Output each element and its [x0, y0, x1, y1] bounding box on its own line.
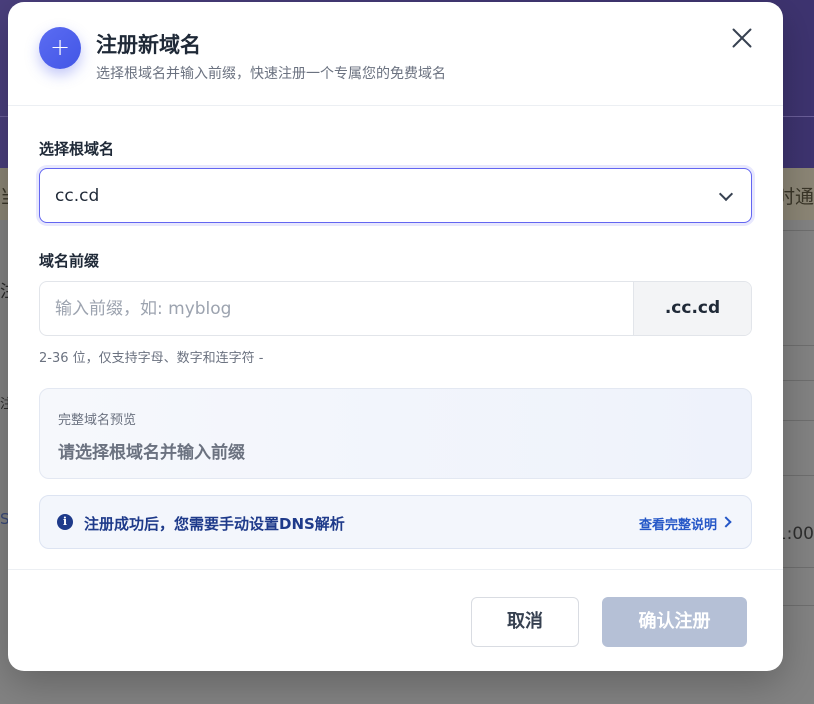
- view-full-guide-link[interactable]: 查看完整说明: [639, 514, 717, 533]
- confirm-register-button[interactable]: 确认注册: [602, 597, 747, 647]
- plus-icon: +: [39, 27, 81, 69]
- background-row-divider: [782, 420, 814, 421]
- modal-footer: 取消 确认注册: [8, 569, 783, 671]
- root-domain-select[interactable]: cc.cd: [39, 168, 752, 223]
- prefix-label: 域名前缀: [39, 252, 100, 270]
- root-domain-label: 选择根域名: [39, 140, 115, 158]
- dns-info-notice: i 注册成功后，您需要手动设置DNS解析 查看完整说明: [39, 495, 752, 549]
- background-row-divider: [782, 475, 814, 476]
- domain-preview-panel: 完整域名预览 请选择根域名并输入前缀: [39, 388, 752, 479]
- domain-suffix: .cc.cd: [633, 282, 751, 335]
- preview-value: 请选择根域名并输入前缀: [58, 443, 245, 463]
- chevron-down-icon: [718, 186, 734, 202]
- background-row-divider: [782, 345, 814, 346]
- background-row-divider: [782, 380, 814, 381]
- background-row-divider: [782, 230, 814, 231]
- preview-label: 完整域名预览: [58, 413, 137, 428]
- prefix-input-group: .cc.cd: [39, 281, 752, 336]
- modal-subtitle: 选择根域名并输入前缀，快速注册一个专属您的免费域名: [96, 66, 446, 82]
- root-domain-selected-value: cc.cd: [55, 186, 100, 206]
- background-row-divider: [782, 605, 814, 606]
- close-icon[interactable]: [728, 24, 756, 52]
- modal-title: 注册新域名: [96, 33, 201, 57]
- register-domain-modal: + 注册新域名 选择根域名并输入前缀，快速注册一个专属您的免费域名 选择根域名 …: [8, 2, 783, 671]
- prefix-hint: 2-36 位，仅支持字母、数字和连字符 -: [39, 351, 264, 366]
- modal-header: + 注册新域名 选择根域名并输入前缀，快速注册一个专属您的免费域名: [8, 2, 783, 106]
- prefix-input[interactable]: [40, 282, 634, 335]
- background-row-divider: [782, 567, 814, 568]
- dns-info-text: 注册成功后，您需要手动设置DNS解析: [84, 515, 345, 533]
- chevron-right-icon[interactable]: [720, 516, 732, 528]
- cancel-button[interactable]: 取消: [471, 597, 579, 647]
- info-icon: i: [57, 514, 73, 530]
